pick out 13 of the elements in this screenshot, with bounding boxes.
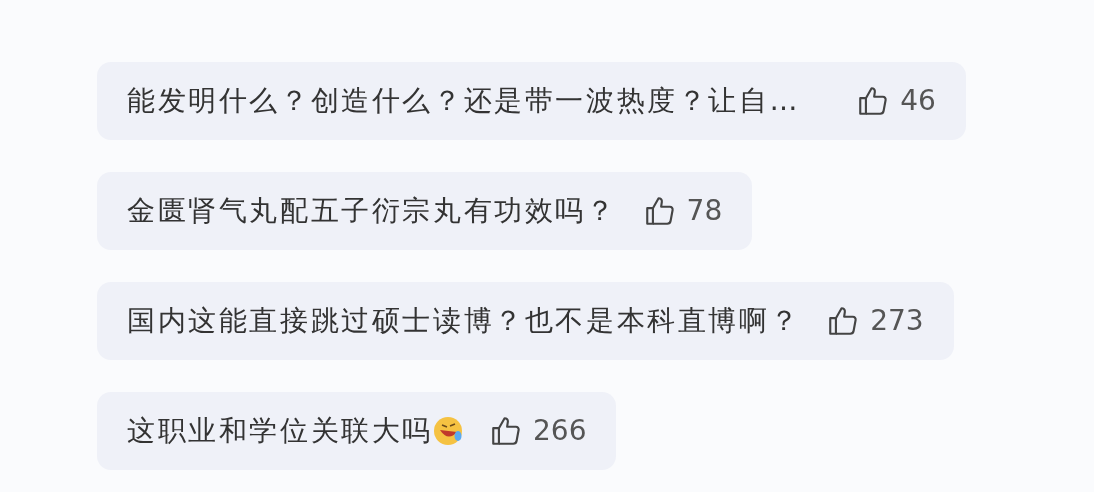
question-text: 国内这能直接跳过硕士读博？也不是本科直博啊？	[127, 303, 801, 339]
thumbs-up-icon	[489, 414, 523, 448]
question-text: 金匮肾气丸配五子衍宗丸有功效吗？	[127, 193, 617, 229]
question-card[interactable]: 金匮肾气丸配五子衍宗丸有功效吗？ 78	[97, 172, 753, 250]
question-card[interactable]: 这职业和学位关联大吗 266	[97, 392, 617, 470]
like-count: 266	[533, 413, 587, 449]
like-count: 78	[686, 193, 723, 229]
like-count: 46	[900, 83, 936, 119]
like-count: 273	[870, 303, 924, 339]
question-card[interactable]: 国内这能直接跳过硕士读博？也不是本科直博啊？ 273	[97, 282, 954, 360]
question-text: 这职业和学位关联大吗	[127, 413, 433, 449]
question-text: 能发明什么？创造什么？还是带一波热度？让自…	[127, 83, 801, 119]
question-card[interactable]: 能发明什么？创造什么？还是带一波热度？让自… 46	[97, 62, 966, 140]
